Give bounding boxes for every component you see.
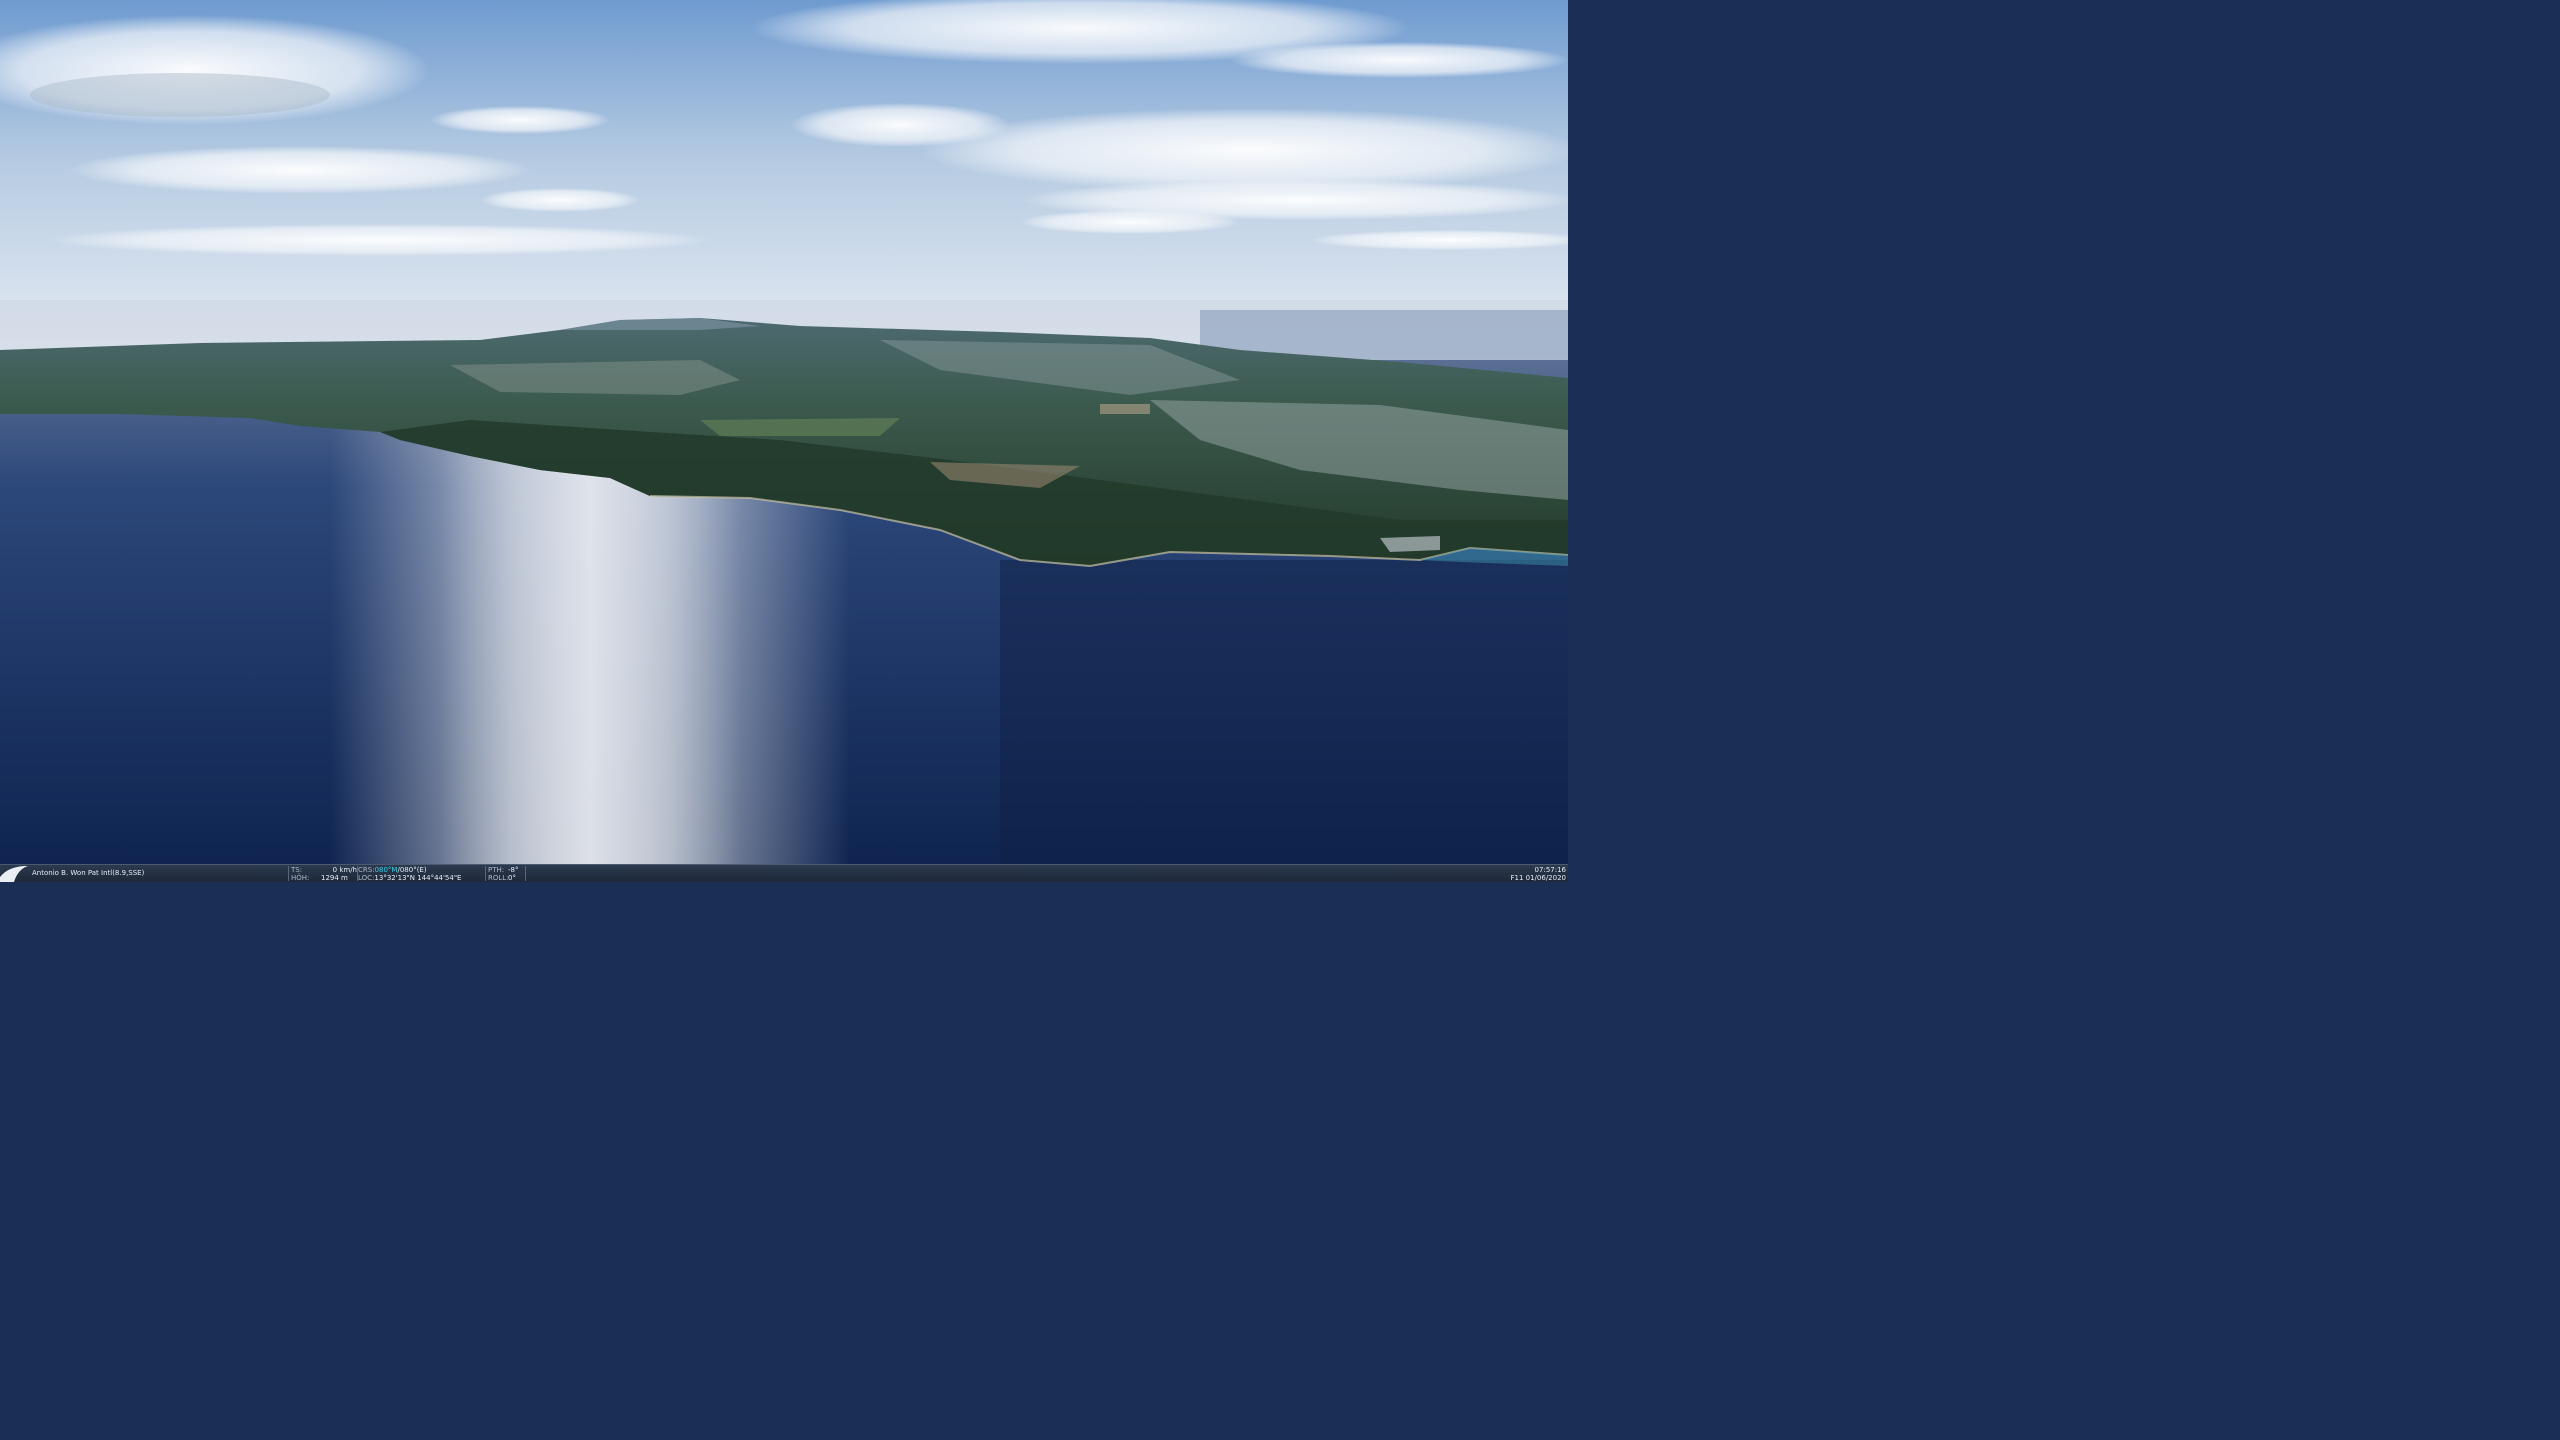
status-divider	[288, 866, 289, 881]
hoh-label: HÖH:	[291, 874, 310, 882]
attitude-readout: PTH: -8° ROLL: 0°	[488, 865, 524, 882]
hoh-value: 1294 m	[321, 874, 348, 882]
flight-viewport	[0, 0, 1568, 864]
crs-label: CRS:	[358, 866, 375, 874]
sim-date: F11 01/06/2020	[1510, 874, 1566, 882]
pth-label: PTH:	[488, 866, 505, 874]
speed-altitude-readout: TS: 0 km/h HÖH: 1294 m	[291, 865, 357, 882]
roll-label: ROLL:	[488, 874, 509, 882]
course-location-readout: CRS: 080°M /080°(E) LOC: 13°32'13"N 144°…	[358, 865, 484, 882]
aerial-landscape	[0, 0, 1568, 864]
loc-label: LOC:	[358, 874, 375, 882]
nearest-airport-text: Antonio B. Won Pat Intl(8.9,SSE)	[32, 869, 145, 877]
loc-value: 13°32'13"N 144°44'54"E	[374, 874, 462, 882]
pth-value: -8°	[508, 866, 519, 874]
nearest-airport: Antonio B. Won Pat Intl(8.9,SSE)	[32, 865, 287, 882]
status-bar: Antonio B. Won Pat Intl(8.9,SSE) TS: 0 k…	[0, 864, 1568, 882]
roll-value: 0°	[508, 874, 516, 882]
sim-time: 07:57:16	[1534, 866, 1566, 874]
sim-time-readout: 07:57:16 F11 01/06/2020	[1496, 865, 1566, 882]
crs-true-value: /080°(E)	[397, 866, 427, 874]
crs-magnetic-value: 080°M	[374, 866, 398, 874]
status-divider	[485, 866, 486, 881]
ts-value: 0 km/h	[332, 866, 357, 874]
status-divider	[525, 866, 526, 881]
app-logo	[0, 865, 30, 882]
ts-label: TS:	[291, 866, 303, 874]
app-logo-icon	[0, 865, 30, 882]
